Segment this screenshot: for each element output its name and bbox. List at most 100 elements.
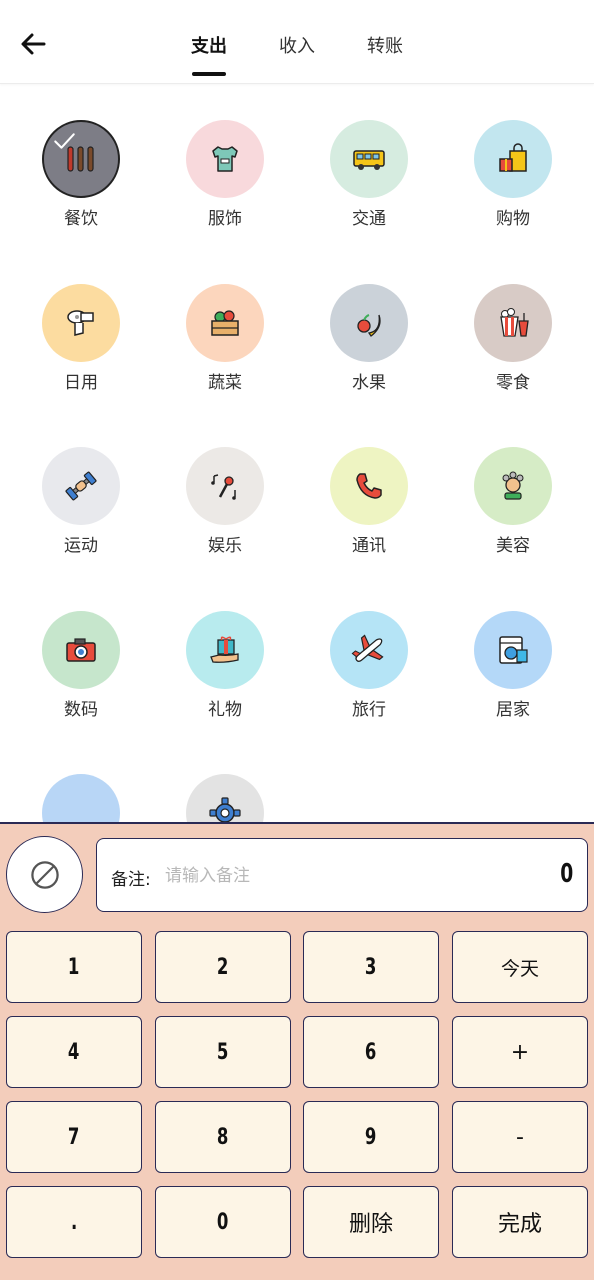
key-label: 9	[365, 1124, 377, 1150]
key-9[interactable]: 9	[303, 1101, 439, 1173]
key-label: 4	[68, 1039, 80, 1065]
category-vegetables[interactable]: 蔬菜	[165, 248, 285, 393]
category-circle	[330, 284, 408, 362]
category-sports[interactable]: 运动	[21, 411, 141, 556]
key-7[interactable]: 7	[6, 1101, 142, 1173]
gear-icon	[209, 797, 241, 822]
category-daily[interactable]: 日用	[21, 248, 141, 393]
category-travel[interactable]: 旅行	[309, 575, 429, 720]
phone-icon	[356, 473, 382, 499]
key-label: -	[516, 1124, 524, 1150]
category-label: 水果	[352, 373, 386, 393]
hair-curlers-icon	[502, 471, 524, 500]
key-label: 2	[217, 954, 229, 980]
category-circle	[474, 120, 552, 198]
key-label: 1	[68, 954, 80, 980]
category-home[interactable]: 居家	[453, 575, 573, 720]
key-label: 0	[217, 1209, 229, 1235]
airplane-icon	[351, 634, 384, 663]
fruit-icon	[357, 314, 381, 337]
category-shopping[interactable]: 购物	[453, 84, 573, 229]
category-digital[interactable]: 数码	[21, 575, 141, 720]
key-delete[interactable]: 删除	[303, 1186, 439, 1258]
camera-icon	[66, 638, 96, 662]
category-communication[interactable]: 通讯	[309, 411, 429, 556]
category-label: 日用	[64, 373, 98, 393]
category-circle	[186, 120, 264, 198]
category-label: 礼物	[208, 700, 242, 720]
vegetable-crate-icon	[211, 310, 239, 336]
category-circle	[42, 447, 120, 525]
category-label: 数码	[64, 700, 98, 720]
category-label: 交通	[352, 209, 386, 229]
top-bar: 支出 收入 转账	[0, 0, 594, 84]
category-settings[interactable]	[165, 738, 285, 822]
note-field: 备注: 0	[96, 838, 588, 912]
key-2[interactable]: 2	[155, 931, 291, 1003]
selected-check-icon	[54, 133, 75, 149]
key-plus[interactable]: +	[452, 1016, 588, 1088]
key-4[interactable]: 4	[6, 1016, 142, 1088]
key-3[interactable]: 3	[303, 931, 439, 1003]
category-transport[interactable]: 交通	[309, 84, 429, 229]
category-gift[interactable]: 礼物	[165, 575, 285, 720]
category-label: 服饰	[208, 209, 242, 229]
washing-machine-icon	[499, 636, 528, 664]
category-label: 居家	[496, 700, 530, 720]
key-0[interactable]: 0	[155, 1186, 291, 1258]
category-snacks[interactable]: 零食	[453, 248, 573, 393]
category-label: 运动	[64, 536, 98, 556]
key-5[interactable]: 5	[155, 1016, 291, 1088]
category-label: 娱乐	[208, 536, 242, 556]
note-label: 备注:	[111, 870, 151, 890]
category-circle	[330, 120, 408, 198]
category-circle	[474, 284, 552, 362]
key-1[interactable]: 1	[6, 931, 142, 1003]
category-circle	[186, 774, 264, 822]
key-6[interactable]: 6	[303, 1016, 439, 1088]
category-entertainment[interactable]: 娱乐	[165, 411, 285, 556]
category-dining[interactable]: 餐饮	[21, 84, 141, 229]
key-label: 7	[68, 1124, 80, 1150]
category-circle	[330, 611, 408, 689]
popcorn-icon	[500, 308, 529, 337]
category-circle	[186, 447, 264, 525]
category-beauty[interactable]: 美容	[453, 411, 573, 556]
category-clothing[interactable]: 服饰	[165, 84, 285, 229]
type-tabs: 支出 收入 转账	[0, 0, 594, 84]
key-today[interactable]: 今天	[452, 931, 588, 1003]
key-8[interactable]: 8	[155, 1101, 291, 1173]
note-input[interactable]	[165, 857, 525, 895]
key-dot[interactable]: .	[6, 1186, 142, 1258]
key-label: 6	[365, 1039, 377, 1065]
toilet-paper-icon	[67, 310, 94, 336]
key-minus[interactable]: -	[452, 1101, 588, 1173]
category-grid: 餐饮 服饰 交通 购物 日用 蔬菜 水果 零食 运动 娱乐 通讯 美容 数码 礼…	[0, 84, 594, 822]
category-circle	[186, 284, 264, 362]
key-label: 8	[217, 1124, 229, 1150]
category-circle	[42, 774, 120, 822]
category-circle	[474, 447, 552, 525]
dumbbell-icon	[65, 471, 97, 501]
category-label: 旅行	[352, 700, 386, 720]
category-circle	[42, 611, 120, 689]
key-label: 删除	[348, 1212, 393, 1237]
shopping-bag-icon	[499, 143, 527, 172]
microphone-icon	[211, 474, 236, 500]
no-category-button[interactable]	[6, 836, 83, 913]
tab-expense[interactable]: 支出	[174, 32, 244, 58]
key-label: 今天	[500, 957, 539, 980]
gift-icon	[210, 636, 239, 663]
category-more[interactable]	[21, 738, 141, 822]
tab-transfer[interactable]: 转账	[350, 32, 420, 58]
category-label: 通讯	[352, 536, 386, 556]
key-done[interactable]: 完成	[452, 1186, 588, 1258]
key-label: 5	[217, 1039, 229, 1065]
shirt-icon	[212, 146, 238, 172]
category-label: 购物	[496, 209, 530, 229]
tab-income[interactable]: 收入	[262, 32, 332, 58]
category-fruit[interactable]: 水果	[309, 248, 429, 393]
bus-icon	[353, 150, 385, 170]
key-label: .	[70, 1209, 78, 1235]
category-label: 美容	[496, 536, 530, 556]
